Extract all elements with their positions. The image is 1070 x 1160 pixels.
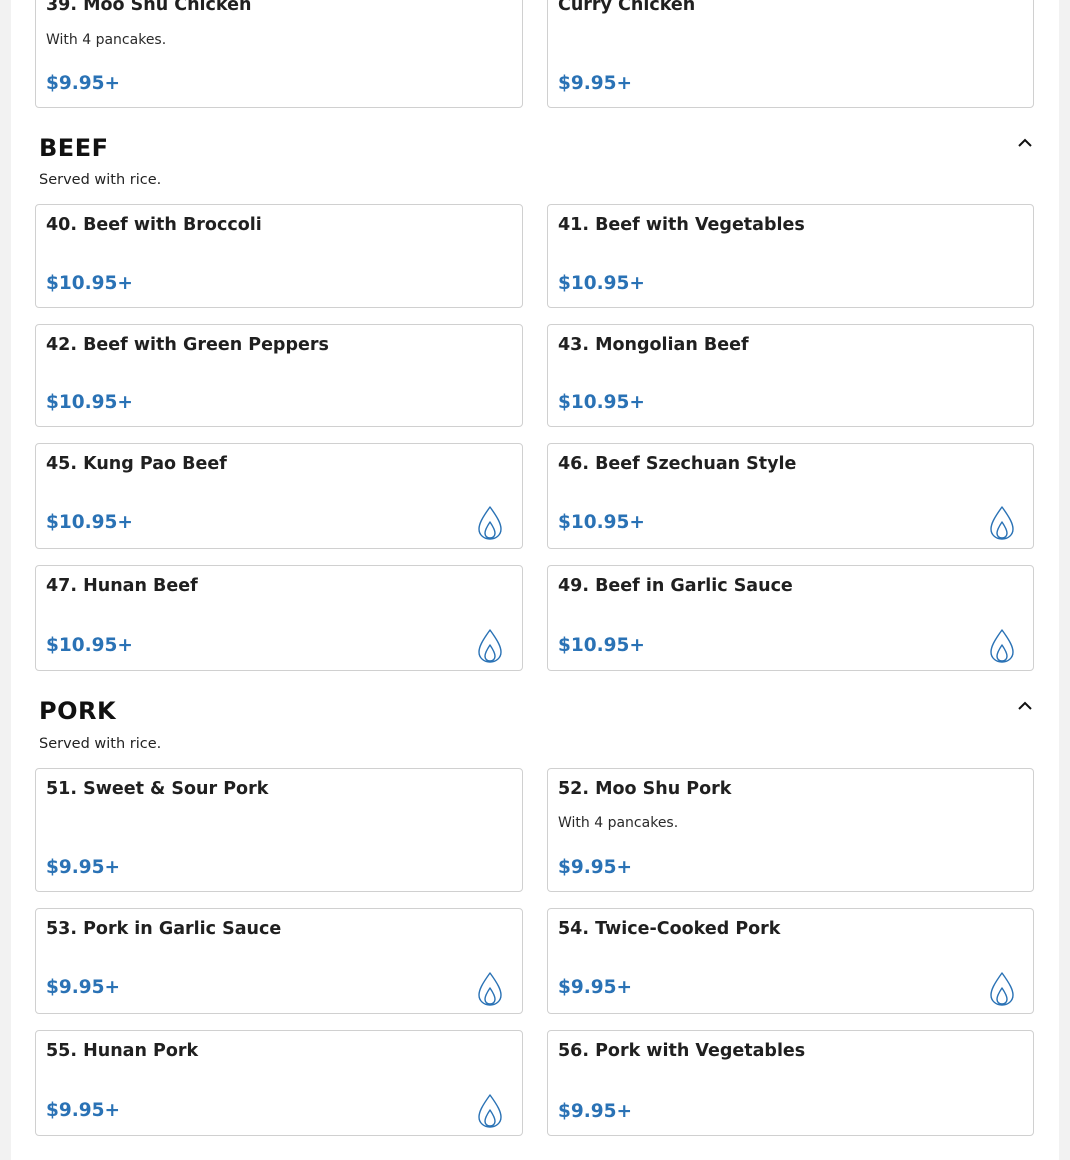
menu-item-price: $9.95+: [46, 977, 121, 998]
menu-item-price: $10.95+: [558, 273, 645, 294]
menu-page: 39. Moo Shu Chicken With 4 pancakes. $9.…: [11, 0, 1059, 1160]
chevron-up-icon[interactable]: [1015, 698, 1035, 712]
menu-item-card[interactable]: 52. Moo Shu Pork With 4 pancakes. $9.95+: [547, 768, 1034, 892]
menu-item-price: $10.95+: [558, 512, 645, 533]
menu-item-price: $9.95+: [558, 977, 633, 998]
spicy-flame-icon: [990, 506, 1014, 540]
menu-item-card[interactable]: 49. Beef in Garlic Sauce $10.95+: [547, 565, 1034, 671]
menu-item-card[interactable]: 53. Pork in Garlic Sauce $9.95+: [35, 908, 523, 1014]
menu-item-price: $10.95+: [46, 273, 133, 294]
menu-item-name: 41. Beef with Vegetables: [558, 215, 805, 235]
menu-item-price: $10.95+: [558, 392, 645, 413]
menu-item-card[interactable]: 47. Hunan Beef $10.95+: [35, 565, 523, 671]
spicy-flame-icon: [990, 629, 1014, 663]
menu-item-name: 47. Hunan Beef: [46, 576, 198, 596]
spicy-flame-icon: [478, 506, 502, 540]
menu-item-card[interactable]: 39. Moo Shu Chicken With 4 pancakes. $9.…: [35, 0, 523, 108]
menu-item-card[interactable]: 46. Beef Szechuan Style $10.95+: [547, 443, 1034, 549]
menu-item-name: 56. Pork with Vegetables: [558, 1041, 806, 1061]
menu-item-price: $10.95+: [558, 635, 645, 656]
menu-item-name: Curry Chicken: [558, 0, 696, 15]
section-subtitle: Served with rice.: [39, 736, 162, 752]
menu-item-price: $9.95+: [558, 73, 633, 94]
menu-item-card[interactable]: 55. Hunan Pork $9.95+: [35, 1030, 523, 1136]
menu-item-name: 55. Hunan Pork: [46, 1041, 199, 1061]
menu-item-name: 39. Moo Shu Chicken: [46, 0, 252, 15]
menu-item-name: 51. Sweet & Sour Pork: [46, 779, 269, 799]
menu-item-name: 54. Twice-Cooked Pork: [558, 919, 781, 939]
menu-item-price: $10.95+: [46, 512, 133, 533]
menu-item-name: 43. Mongolian Beef: [558, 335, 749, 355]
spicy-flame-icon: [478, 972, 502, 1006]
menu-item-card[interactable]: 41. Beef with Vegetables $10.95+: [547, 204, 1034, 308]
menu-item-price: $10.95+: [46, 635, 133, 656]
menu-item-card[interactable]: 45. Kung Pao Beef $10.95+: [35, 443, 523, 549]
chevron-up-icon[interactable]: [1015, 135, 1035, 149]
menu-item-card[interactable]: 43. Mongolian Beef $10.95+: [547, 324, 1034, 427]
menu-item-name: 53. Pork in Garlic Sauce: [46, 919, 282, 939]
menu-item-name: 40. Beef with Broccoli: [46, 215, 262, 235]
menu-item-name: 45. Kung Pao Beef: [46, 454, 227, 474]
menu-item-price: $9.95+: [46, 857, 121, 878]
menu-item-name: 49. Beef in Garlic Sauce: [558, 576, 793, 596]
menu-item-price: $9.95+: [558, 857, 633, 878]
section-title-pork: PORK: [39, 697, 117, 725]
menu-item-price: $10.95+: [46, 392, 133, 413]
menu-item-price: $9.95+: [558, 1101, 633, 1122]
menu-item-price: $9.95+: [46, 73, 121, 94]
section-subtitle: Served with rice.: [39, 172, 162, 188]
menu-item-card[interactable]: 56. Pork with Vegetables $9.95+: [547, 1030, 1034, 1136]
menu-item-price: $9.95+: [46, 1100, 121, 1121]
menu-item-card[interactable]: 54. Twice-Cooked Pork $9.95+: [547, 908, 1034, 1014]
spicy-flame-icon: [990, 972, 1014, 1006]
menu-item-name: 46. Beef Szechuan Style: [558, 454, 797, 474]
menu-item-card[interactable]: Curry Chicken $9.95+: [547, 0, 1034, 108]
menu-item-card[interactable]: 51. Sweet & Sour Pork $9.95+: [35, 768, 523, 892]
spicy-flame-icon: [478, 629, 502, 663]
spicy-flame-icon: [478, 1094, 502, 1128]
menu-item-card[interactable]: 42. Beef with Green Peppers $10.95+: [35, 324, 523, 427]
menu-item-name: 42. Beef with Green Peppers: [46, 335, 329, 355]
menu-item-description: With 4 pancakes.: [46, 32, 167, 48]
menu-item-card[interactable]: 40. Beef with Broccoli $10.95+: [35, 204, 523, 308]
section-title-beef: BEEF: [39, 134, 109, 162]
menu-item-description: With 4 pancakes.: [558, 815, 679, 831]
menu-item-name: 52. Moo Shu Pork: [558, 779, 732, 799]
